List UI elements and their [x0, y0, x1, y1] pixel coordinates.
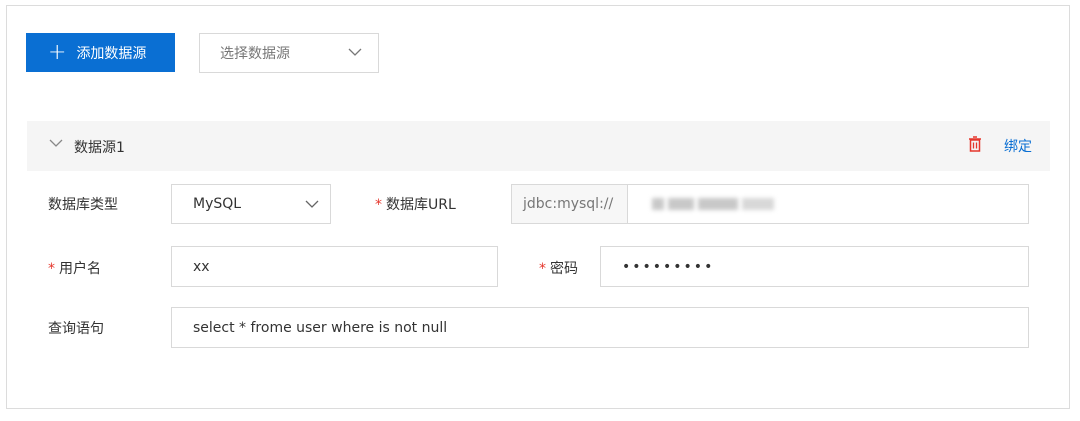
data-source-select[interactable]: 选择数据源: [199, 33, 379, 73]
redacted-text: [668, 198, 694, 210]
db-type-select[interactable]: MySQL: [171, 184, 331, 224]
db-type-label: 数据库类型: [48, 197, 118, 213]
db-url-prefix: jdbc:mysql://: [511, 184, 628, 224]
db-url-label: * 数据库URL: [375, 194, 456, 214]
password-label: * 密码: [539, 258, 578, 278]
plus-icon: +: [48, 39, 67, 65]
chevron-down-icon: [305, 200, 319, 208]
data-source-panel-header[interactable]: 数据源1 绑定: [27, 121, 1050, 171]
collapse-chevron-icon[interactable]: [49, 139, 63, 148]
password-input[interactable]: •••••••••: [600, 246, 1029, 287]
redacted-text: [652, 198, 664, 210]
username-input[interactable]: xx: [171, 246, 498, 287]
query-label: 查询语句: [48, 321, 104, 337]
db-url-label-text: 数据库URL: [386, 197, 456, 213]
password-value: •••••••••: [622, 258, 715, 275]
query-value: select * frome user where is not null: [193, 319, 448, 336]
add-data-source-label: 添加数据源: [76, 45, 147, 62]
data-source-select-placeholder: 选择数据源: [220, 46, 290, 62]
trash-icon[interactable]: [968, 136, 982, 153]
required-mark: *: [375, 197, 382, 213]
panel-title: 数据源1: [74, 140, 125, 156]
redacted-text: [742, 198, 774, 210]
bind-link[interactable]: 绑定: [1004, 136, 1032, 156]
redacted-text: [698, 198, 738, 210]
query-input[interactable]: select * frome user where is not null: [171, 307, 1029, 348]
username-label-text: 用户名: [59, 261, 101, 277]
db-url-input[interactable]: [627, 184, 1029, 224]
username-value: xx: [193, 258, 210, 275]
db-type-value: MySQL: [193, 196, 242, 212]
username-label: * 用户名: [48, 258, 101, 278]
password-label-text: 密码: [550, 261, 578, 277]
chevron-down-icon: [348, 48, 362, 56]
required-mark: *: [539, 261, 546, 277]
add-data-source-button[interactable]: + 添加数据源: [26, 33, 175, 72]
required-mark: *: [48, 261, 55, 277]
